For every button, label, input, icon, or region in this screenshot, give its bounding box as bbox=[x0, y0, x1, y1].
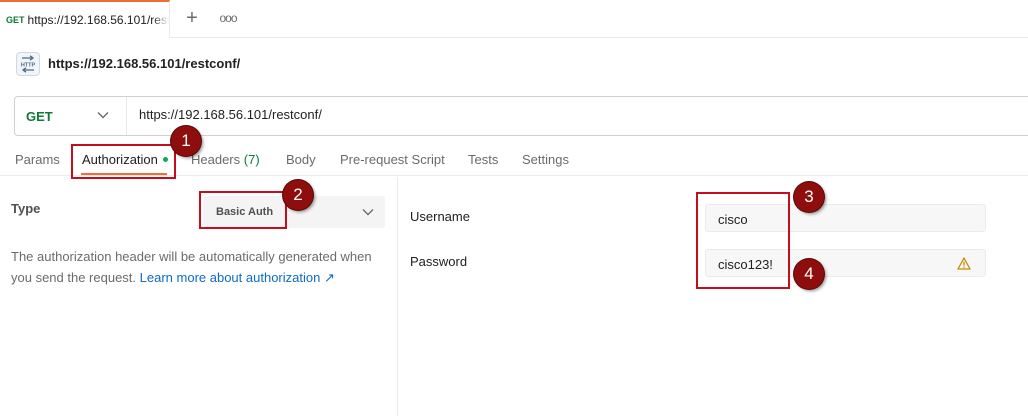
tab-body[interactable]: Body bbox=[286, 152, 316, 167]
url-input[interactable]: https://192.168.56.101/restconf/ bbox=[139, 107, 322, 122]
new-tab-button[interactable]: + bbox=[182, 8, 202, 28]
tab-method: GET bbox=[6, 15, 25, 25]
type-label: Type bbox=[11, 201, 41, 216]
username-field[interactable]: cisco bbox=[705, 204, 986, 232]
password-field[interactable]: cisco123! bbox=[705, 249, 986, 277]
annotation-badge-4: 4 bbox=[794, 259, 824, 289]
password-value: cisco123! bbox=[718, 257, 773, 272]
auth-help-text: The authorization header will be automat… bbox=[11, 246, 391, 288]
status-dot-icon bbox=[162, 157, 168, 163]
auth-type-value: Basic Auth bbox=[216, 206, 274, 218]
tab-prerequest-script[interactable]: Pre-request Script bbox=[340, 152, 445, 167]
tab-settings[interactable]: Settings bbox=[522, 152, 569, 167]
more-tabs-button[interactable]: ooo bbox=[219, 8, 237, 28]
url-bar: GET https://192.168.56.101/restconf/ bbox=[14, 96, 1028, 136]
method-label: GET bbox=[26, 108, 53, 124]
tab-authorization[interactable]: Authorization bbox=[82, 152, 168, 167]
svg-text:HTTP: HTTP bbox=[21, 62, 36, 68]
annotation-badge-3: 3 bbox=[794, 182, 824, 212]
request-tab[interactable]: GET https://192.168.56.101/restconf/ bbox=[0, 0, 170, 38]
tab-strip: GET https://192.168.56.101/restconf/ + o… bbox=[0, 0, 1028, 38]
warning-icon bbox=[957, 257, 971, 270]
request-subtabs: Params Authorization Headers (7) Body Pr… bbox=[0, 140, 1028, 176]
annotation-badge-1: 1 bbox=[171, 126, 201, 156]
chevron-down-icon bbox=[97, 112, 109, 119]
learn-more-link[interactable]: Learn more about authorization ↗ bbox=[140, 270, 335, 285]
annotation-badge-2: 2 bbox=[283, 180, 313, 210]
tab-params[interactable]: Params bbox=[15, 152, 60, 167]
chevron-down-icon bbox=[362, 209, 374, 216]
password-label: Password bbox=[410, 254, 468, 269]
auth-type-panel: Type Basic Auth The authorization header… bbox=[0, 177, 398, 416]
active-tab-indicator bbox=[81, 173, 167, 175]
tab-headers-label: Headers bbox=[191, 152, 241, 167]
tab-authorization-label: Authorization bbox=[82, 152, 158, 167]
request-title[interactable]: https://192.168.56.101/restconf/ bbox=[48, 56, 240, 71]
tab-tests[interactable]: Tests bbox=[468, 152, 498, 167]
tab-title: https://192.168.56.101/restconf/ bbox=[27, 13, 169, 27]
username-label: Username bbox=[410, 209, 470, 224]
tab-fade bbox=[153, 2, 169, 38]
headers-count: (7) bbox=[243, 152, 260, 167]
http-icon: HTTP bbox=[16, 52, 40, 76]
method-select[interactable]: GET bbox=[15, 97, 127, 135]
username-value: cisco bbox=[718, 212, 748, 227]
tab-headers[interactable]: Headers (7) bbox=[191, 152, 260, 167]
